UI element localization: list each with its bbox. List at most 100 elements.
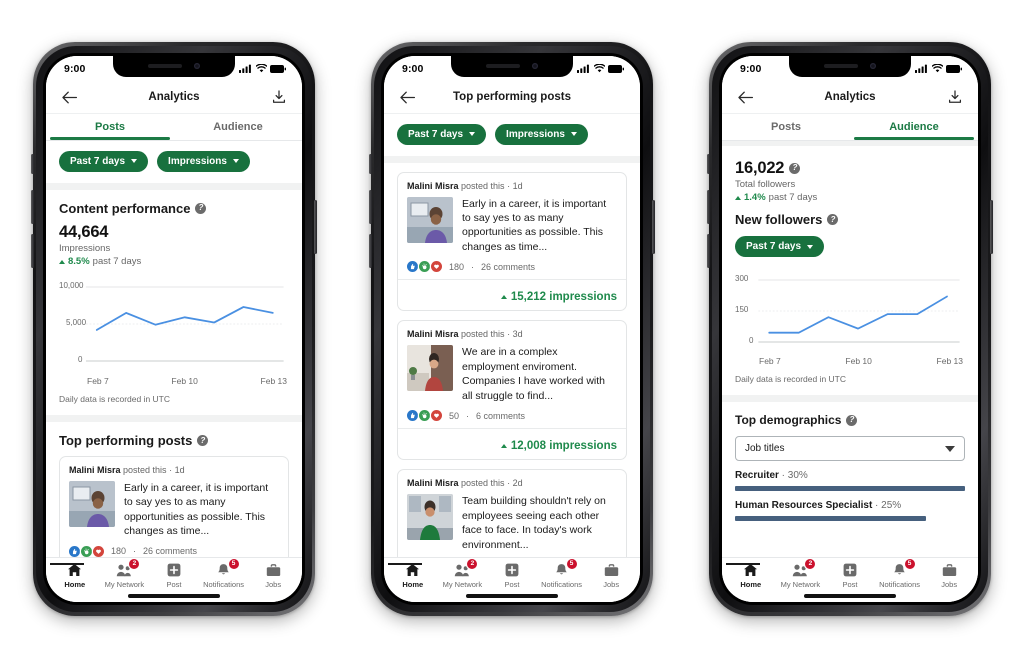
content-performance-card: Content performance ? 44,664 Impressions… [46, 189, 302, 415]
post-thumbnail[interactable] [407, 196, 453, 243]
line-chart-impressions: 10,000 5,000 0 [59, 277, 289, 373]
nav-item-post[interactable]: Post [487, 563, 537, 589]
nav-item-notifications[interactable]: 5 Notifications [199, 558, 249, 589]
download-icon[interactable] [945, 87, 965, 107]
post-content: Early in a career, it is important to sa… [69, 481, 279, 539]
home-indicator-bar [46, 590, 302, 602]
comment-separator: · [466, 410, 470, 421]
help-icon[interactable]: ? [197, 435, 209, 446]
volume-down-button[interactable] [369, 233, 372, 268]
help-icon[interactable]: ? [195, 202, 207, 214]
ytick-zero: 0 [749, 336, 754, 345]
phone-bezel: 9:00 Top performing posts Past 7 days Im… [381, 52, 643, 605]
power-button[interactable] [990, 199, 993, 254]
nav-label-my-network: My Network [104, 579, 145, 589]
back-arrow-icon[interactable] [59, 87, 79, 107]
delta-value: 8.5% [68, 256, 90, 267]
line-chart-followers: 300 150 0 [735, 271, 965, 353]
reaction-like-icon [407, 410, 418, 422]
plus-box-icon [503, 563, 521, 578]
volume-up-button[interactable] [31, 189, 34, 224]
silent-switch[interactable] [369, 153, 372, 174]
silent-switch[interactable] [707, 153, 710, 174]
tab-audience[interactable]: Audience [174, 114, 302, 140]
badge-notifications: 5 [566, 558, 577, 569]
demographics-select[interactable]: Job titles [735, 436, 965, 461]
volume-down-button[interactable] [707, 233, 710, 268]
demographics-select-value: Job titles [745, 443, 785, 454]
xtick-end: Feb 13 [936, 356, 963, 366]
nav-item-jobs[interactable]: Jobs [924, 563, 974, 589]
volume-down-button[interactable] [31, 233, 34, 268]
page-title: Analytics [148, 91, 200, 103]
filter-metric-pill[interactable]: Impressions [495, 123, 588, 145]
power-button[interactable] [652, 199, 655, 254]
silent-switch[interactable] [31, 153, 34, 174]
volume-up-button[interactable] [707, 189, 710, 224]
reaction-count: 180 [111, 546, 127, 557]
power-button[interactable] [314, 199, 317, 254]
help-icon[interactable]: ? [789, 162, 801, 174]
post-thumbnail[interactable] [407, 494, 453, 541]
nav-item-home[interactable]: Home [388, 562, 438, 589]
nav-item-post[interactable]: Post [149, 563, 199, 589]
back-arrow-icon[interactable] [735, 87, 755, 107]
filter-date-range-pill[interactable]: Past 7 days [59, 150, 149, 172]
chevron-down-icon [945, 445, 955, 452]
post-thumbnail[interactable] [69, 481, 115, 527]
post-meta-suffix: posted this [461, 478, 505, 489]
filter-metric-pill[interactable]: Impressions [157, 150, 250, 172]
nav-label-post: Post [504, 579, 520, 589]
nav-item-post[interactable]: Post [825, 563, 875, 589]
download-icon[interactable] [269, 87, 289, 107]
xtick-mid: Feb 10 [171, 376, 198, 386]
nav-item-my-network[interactable]: 2 My Network [100, 558, 150, 589]
analytics-tabs-1: Posts Audience [46, 113, 302, 140]
reaction-love-icon [431, 261, 442, 273]
nav-label-my-network: My Network [442, 579, 483, 589]
trend-up-icon [735, 195, 741, 200]
tab-posts[interactable]: Posts [722, 114, 850, 140]
post-card[interactable]: Malini Misra posted this · 2d Team build… [397, 469, 627, 557]
home-indicator-bar [384, 590, 640, 602]
filter-date-range-pill[interactable]: Past 7 days [397, 123, 487, 145]
back-arrow-icon[interactable] [397, 87, 417, 107]
chart-x-axis-3: Feb 7 Feb 10 Feb 13 [735, 353, 965, 366]
plus-box-icon [841, 563, 859, 578]
nav-item-notifications[interactable]: 5 Notifications [537, 558, 587, 589]
reaction-love-icon [93, 545, 104, 557]
help-icon[interactable]: ? [827, 214, 839, 225]
badge-my-network: 2 [467, 558, 478, 569]
post-thumbnail[interactable] [407, 345, 453, 392]
tab-audience[interactable]: Audience [850, 114, 978, 140]
home-indicator[interactable] [466, 594, 558, 598]
nav-label-notifications: Notifications [541, 579, 582, 589]
chart-svg [758, 279, 960, 343]
nav-item-my-network[interactable]: 2 My Network [776, 558, 826, 589]
ytick-mid: 5,000 [66, 318, 87, 327]
nav-item-notifications[interactable]: 5 Notifications [875, 558, 925, 589]
nav-item-my-network[interactable]: 2 My Network [438, 558, 488, 589]
tab-posts[interactable]: Posts [46, 114, 174, 140]
nav-item-home[interactable]: Home [726, 562, 776, 589]
help-icon[interactable]: ? [846, 414, 858, 426]
home-indicator[interactable] [128, 594, 220, 598]
volume-up-button[interactable] [369, 189, 372, 224]
delta-suffix: past 7 days [92, 256, 142, 267]
nav-item-jobs[interactable]: Jobs [248, 563, 298, 589]
post-card[interactable]: Malini Misra posted this · 1d Early in a… [397, 171, 627, 312]
chart-footnote-3: Daily data is recorded in UTC [722, 366, 978, 395]
post-card[interactable]: Malini Misra posted this · 1d Early in a… [59, 456, 289, 557]
section-heading: Content performance ? [59, 201, 289, 216]
home-indicator[interactable] [804, 594, 896, 598]
filter-date-range-pill[interactable]: Past 7 days [735, 236, 825, 257]
nav-item-home[interactable]: Home [50, 562, 100, 589]
impressions-label: Impressions [59, 242, 111, 254]
nav-item-jobs[interactable]: Jobs [586, 563, 636, 589]
wifi-icon [255, 64, 267, 73]
delta-suffix: past 7 days [768, 192, 818, 203]
post-card[interactable]: Malini Misra posted this · 3d We are in … [397, 320, 627, 461]
reaction-like-icon [407, 261, 418, 273]
people-icon: 2 [791, 558, 816, 578]
people-icon: 2 [115, 558, 140, 578]
